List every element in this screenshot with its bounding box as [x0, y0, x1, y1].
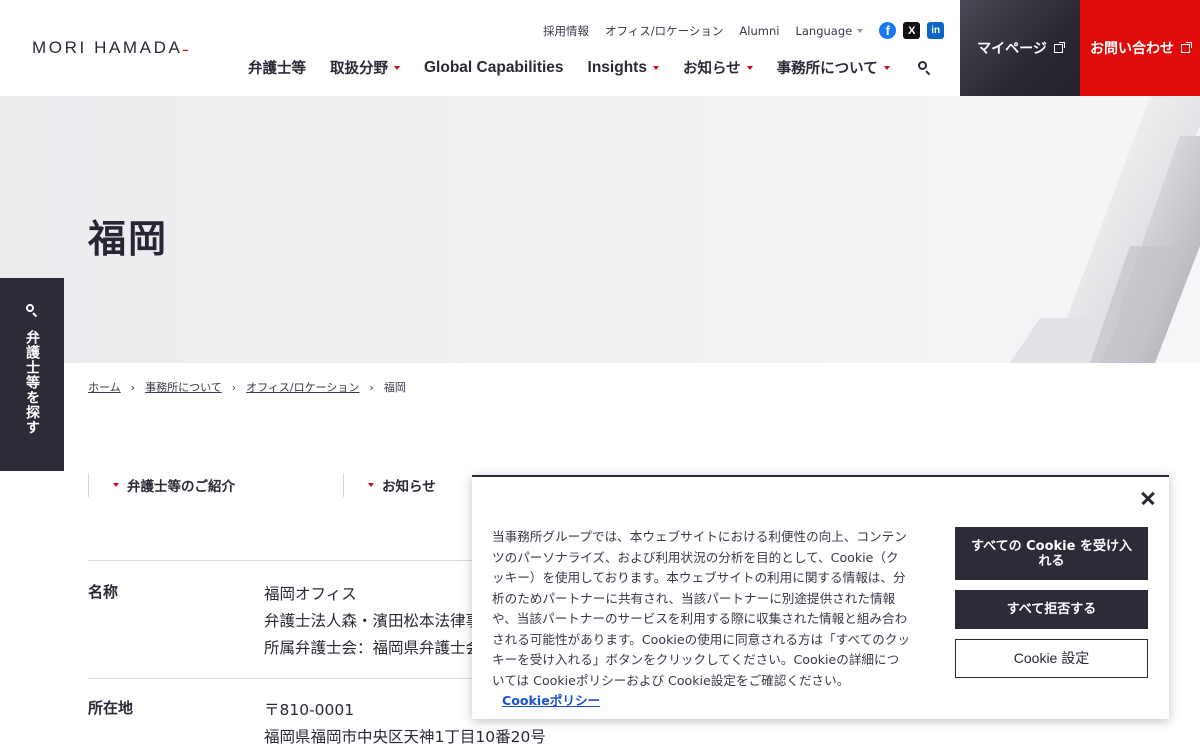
info-label: 名称: [88, 583, 119, 601]
section-link-label: お知らせ: [382, 479, 436, 495]
nav-label: お知らせ: [682, 61, 741, 77]
util-link-offices[interactable]: オフィス/ロケーション: [605, 23, 723, 39]
chevron-right-icon: ›: [369, 380, 374, 394]
nav-item-about[interactable]: 事務所について: [777, 57, 890, 78]
section-link-lawyers[interactable]: 弁護士等のご紹介: [88, 473, 343, 497]
info-value: 所属弁護士会：福岡県弁護士会: [264, 639, 482, 657]
social-links: f X in: [879, 22, 951, 39]
nav-item-insights[interactable]: Insights: [588, 59, 659, 77]
cookie-text: 当事務所グループでは、本ウェブサイトにおける利便性の向上、コンテンツのパーソナラ…: [492, 527, 910, 712]
language-label: Language: [795, 23, 853, 38]
nav-label: Insights: [587, 58, 647, 76]
nav-item-practice-areas[interactable]: 取扱分野: [330, 57, 400, 78]
nav-label: 取扱分野: [330, 61, 388, 77]
find-lawyers-tab[interactable]: 弁護士等を探す: [0, 278, 64, 471]
hero-banner: 福岡: [0, 96, 1200, 363]
util-link-alumni[interactable]: Alumni: [739, 24, 779, 38]
utility-nav: 採用情報 オフィス/ロケーション Alumni Language f X in: [543, 22, 951, 39]
info-label: 所在地: [88, 699, 134, 717]
mypage-label: マイページ: [977, 41, 1047, 57]
nav-label: Global Capabilities: [424, 58, 564, 76]
caret-down-icon: [746, 65, 753, 70]
page-title: 福岡: [88, 217, 169, 261]
logo[interactable]: MORI HAMADA˗: [32, 38, 191, 58]
cookie-settings-button[interactable]: Cookie 設定: [955, 639, 1148, 678]
nav-item-lawyers[interactable]: 弁護士等: [248, 57, 306, 78]
language-selector[interactable]: Language: [795, 23, 864, 38]
cookie-policy-link[interactable]: Cookieポリシー: [502, 693, 600, 708]
caret-down-icon: [883, 65, 890, 70]
contact-label: お問い合わせ: [1090, 41, 1174, 57]
caret-down-icon: [394, 65, 400, 70]
info-value: 福岡県福岡市中央区天神1丁目10番20号: [264, 728, 546, 746]
accept-all-cookies-button[interactable]: すべての Cookie を受け入れる: [955, 527, 1148, 580]
search-icon: [26, 304, 38, 318]
caret-down-icon: [652, 65, 659, 70]
breadcrumb: ホーム › 事務所について › オフィス/ロケーション › 福岡: [88, 379, 406, 395]
nav-item-news[interactable]: お知らせ: [683, 57, 753, 78]
logo-mark-icon: ˗: [182, 38, 191, 57]
util-link-recruit[interactable]: 採用情報: [543, 23, 589, 39]
facebook-icon[interactable]: f: [879, 22, 897, 39]
caret-down-icon: [368, 483, 374, 487]
nav-label: 弁護士等: [248, 61, 306, 77]
find-lawyers-label: 弁護士等を探す: [24, 330, 40, 435]
info-values: 福岡オフィス 弁護士法人森・濱田松本法律事 所属弁護士会：福岡県弁護士会: [264, 581, 481, 678]
breadcrumb-current: 福岡: [383, 381, 406, 394]
mypage-button[interactable]: マイページ: [960, 0, 1080, 96]
linkedin-icon[interactable]: in: [927, 22, 945, 39]
cookie-message: 当事務所グループでは、本ウェブサイトにおける利便性の向上、コンテンツのパーソナラ…: [492, 529, 910, 688]
breadcrumb-offices[interactable]: オフィス/ロケーション: [246, 379, 359, 395]
section-link-label: 弁護士等のご紹介: [127, 479, 235, 495]
site-header: MORI HAMADA˗ 採用情報 オフィス/ロケーション Alumni Lan…: [0, 0, 1200, 96]
info-value: 福岡オフィス: [264, 585, 357, 603]
chevron-down-icon: [857, 28, 864, 33]
breadcrumb-home[interactable]: ホーム: [88, 379, 121, 395]
chevron-right-icon: ›: [231, 380, 237, 394]
search-icon[interactable]: [917, 60, 932, 75]
x-icon[interactable]: X: [903, 22, 921, 39]
main-nav: 弁護士等 取扱分野 Global Capabilities Insights お…: [248, 57, 932, 78]
decorative-stripes: [1010, 96, 1200, 363]
nav-item-global-capabilities[interactable]: Global Capabilities: [424, 59, 564, 77]
contact-button[interactable]: お問い合わせ: [1080, 0, 1200, 96]
close-icon[interactable]: [1139, 489, 1157, 507]
caret-down-icon: [113, 483, 119, 487]
reject-all-cookies-button[interactable]: すべて拒否する: [955, 590, 1148, 629]
nav-label: 事務所について: [776, 61, 878, 77]
logo-text: MORI HAMADA: [32, 38, 183, 57]
breadcrumb-about[interactable]: 事務所について: [145, 379, 222, 395]
cookie-banner: 当事務所グループでは、本ウェブサイトにおける利便性の向上、コンテンツのパーソナラ…: [472, 475, 1169, 719]
external-link-icon: [1181, 41, 1192, 53]
chevron-right-icon: ›: [130, 380, 136, 394]
external-link-icon: [1053, 41, 1065, 53]
info-value: 弁護士法人森・濱田松本法律事: [264, 612, 482, 630]
